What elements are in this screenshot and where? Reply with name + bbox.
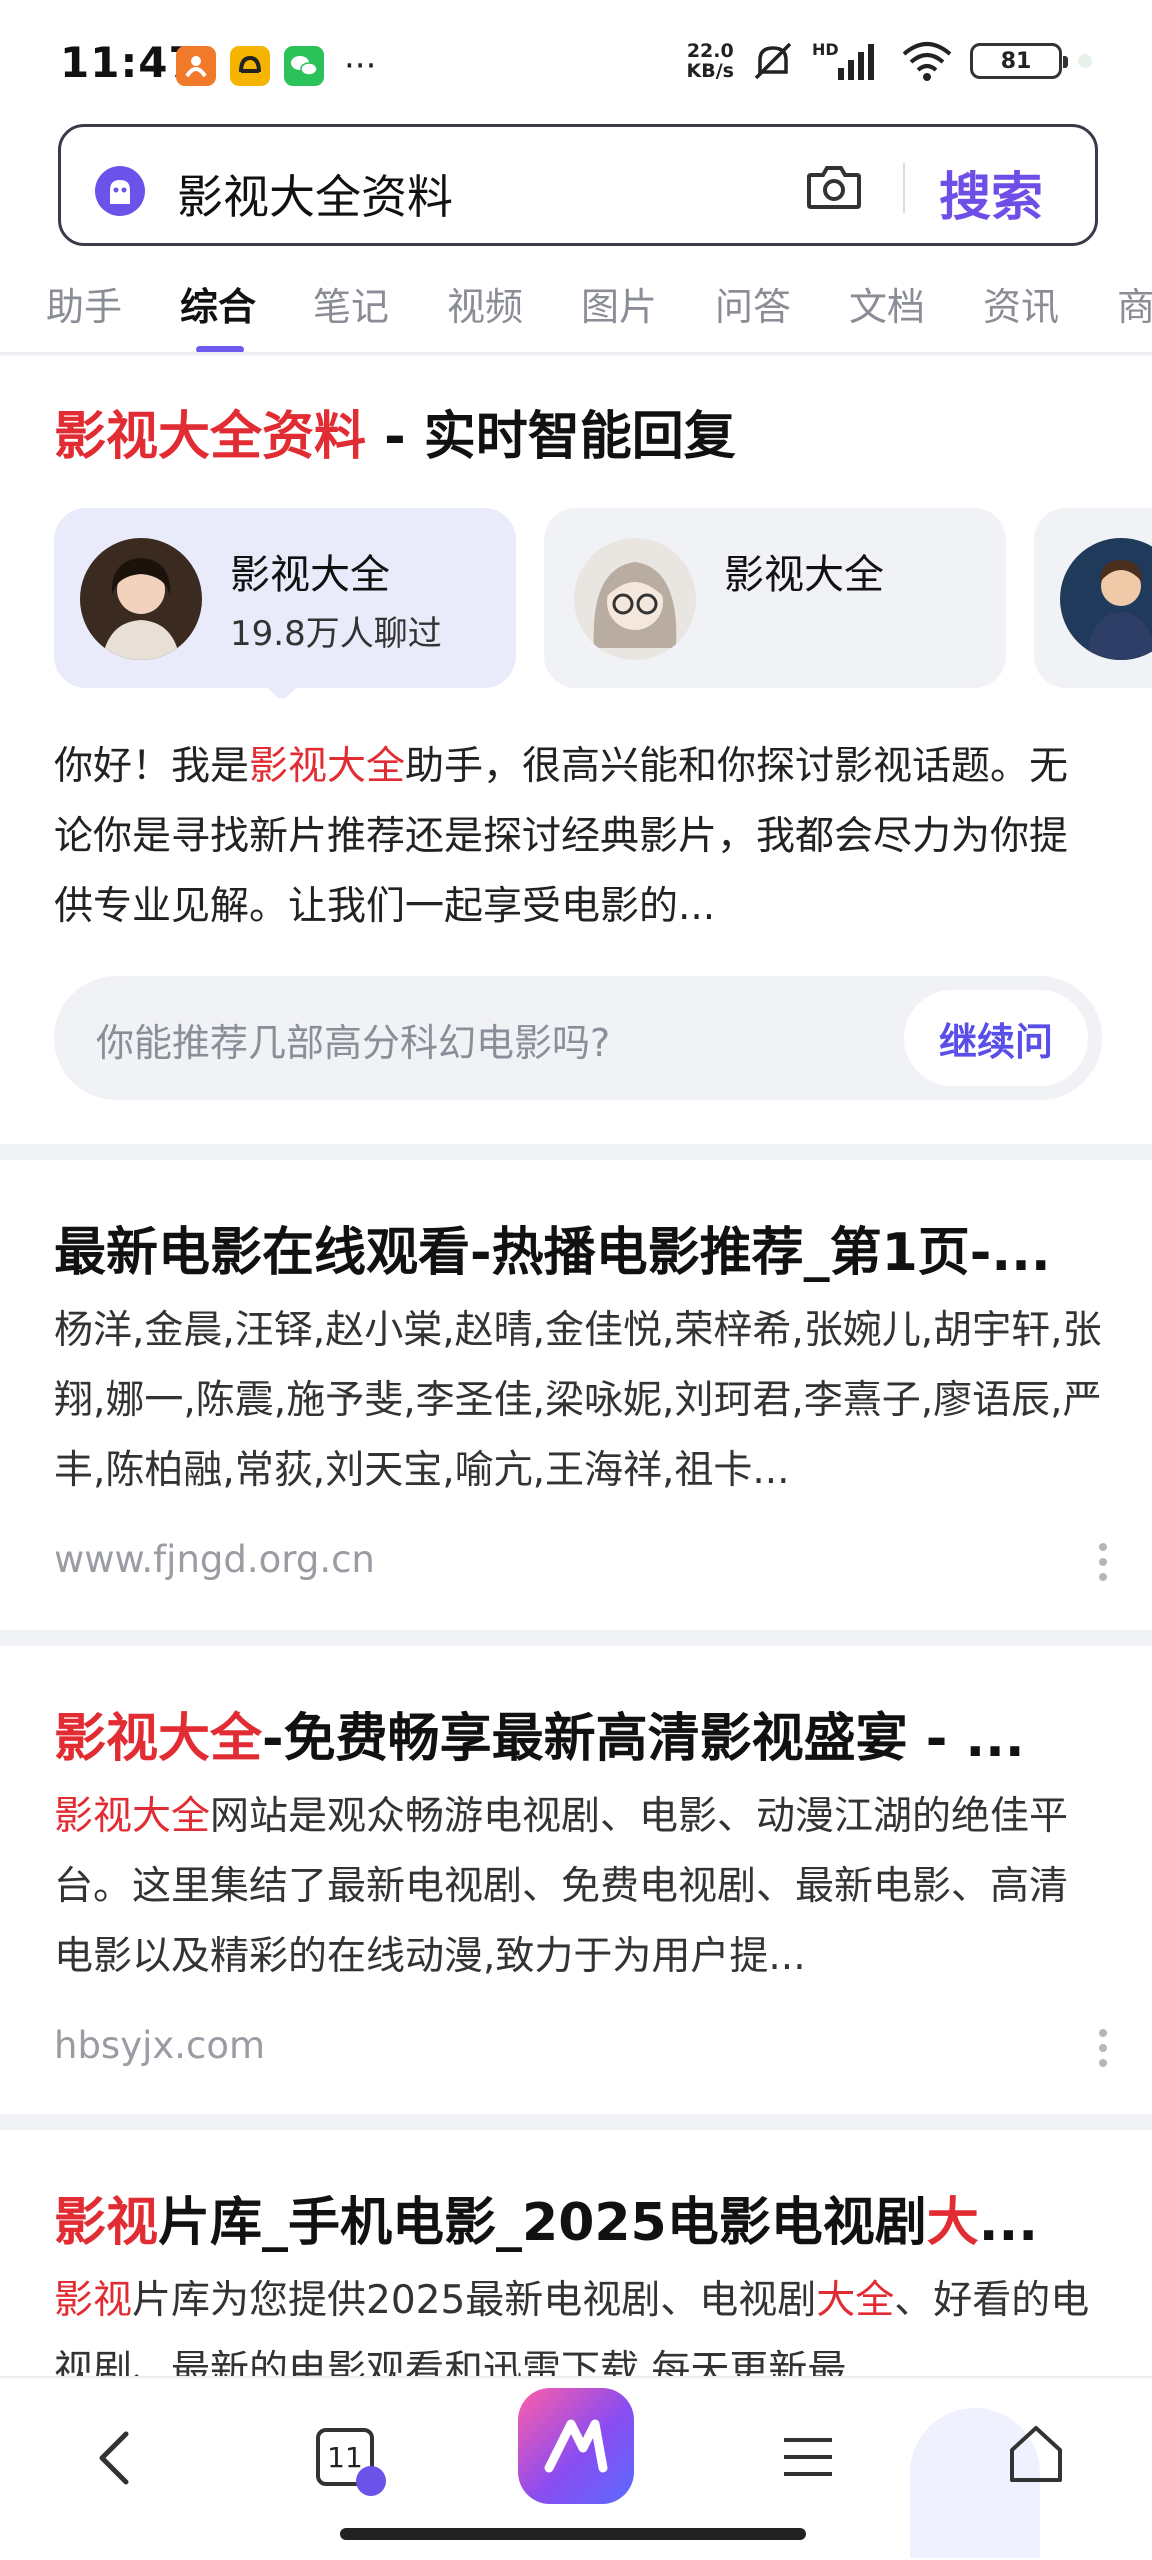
tab-video[interactable]: 视频 bbox=[447, 276, 523, 331]
back-icon[interactable] bbox=[86, 2422, 142, 2494]
ghost-assistant-icon bbox=[95, 166, 145, 216]
tab-images[interactable]: 图片 bbox=[581, 276, 657, 331]
ai-logo-icon bbox=[544, 2419, 608, 2473]
result-snippet: 影视大全网站是观众畅游电视剧、电影、动漫江湖的绝佳平台。这里集结了最新电视剧、免… bbox=[54, 1782, 1104, 1992]
menu-icon[interactable] bbox=[780, 2434, 836, 2480]
search-box[interactable]: 影视大全资料 搜索 bbox=[58, 124, 1098, 246]
result-title[interactable]: 影视大全-免费畅享最新高清影视盛宴 - ... bbox=[54, 1696, 1104, 1771]
search-input[interactable]: 影视大全资料 bbox=[177, 161, 453, 227]
result-title-text: 片库_手机电影_2025电影电视剧 bbox=[158, 2193, 927, 2253]
persona-chat-count: 19.8万人聊过 bbox=[230, 614, 442, 654]
net-speed-unit: KB/s bbox=[686, 60, 734, 82]
net-speed: 22.0 KB/s bbox=[687, 41, 734, 81]
persona-avatar bbox=[80, 538, 202, 660]
result-source: www.fjngd.org.cn bbox=[54, 1538, 375, 1581]
status-bar: 11:47 ··· 22.0 KB/s HD 81 bbox=[0, 0, 1152, 120]
camera-icon[interactable] bbox=[805, 163, 863, 211]
more-options-icon[interactable] bbox=[1098, 1542, 1108, 1582]
search-result[interactable]: 最新电影在线观看-热播电影推荐_第1页-... 杨洋,金晨,汪铎,赵小棠,赵晴,… bbox=[0, 1160, 1152, 1630]
ai-answer-text[interactable]: 你好！我是影视大全助手，很高兴能和你探讨影视话题。无论你是寻找新片推荐还是探讨经… bbox=[54, 732, 1102, 942]
net-speed-value: 22.0 bbox=[686, 40, 734, 62]
home-indicator[interactable] bbox=[340, 2528, 806, 2540]
status-dot bbox=[1078, 54, 1092, 68]
persona-card[interactable] bbox=[1034, 508, 1152, 688]
result-snippet: 影视片库为您提供2025最新电视剧、电视剧大全、好看的电视剧、最新的电影观看和迅… bbox=[54, 2266, 1104, 2390]
result-snippet-highlight: 影视 bbox=[54, 2278, 133, 2323]
home-icon[interactable] bbox=[1004, 2422, 1068, 2486]
search-result[interactable]: 影视片库_手机电影_2025电影电视剧大... 影视片库为您提供2025最新电视… bbox=[0, 2130, 1152, 2390]
search-button[interactable]: 搜索 bbox=[939, 155, 1043, 230]
persona-name: 影视大全 bbox=[230, 552, 390, 598]
persona-selected-pointer bbox=[264, 684, 300, 698]
notification-icons: ··· bbox=[176, 46, 376, 86]
result-title[interactable]: 影视片库_手机电影_2025电影电视剧大... bbox=[54, 2180, 1104, 2255]
persona-avatar bbox=[1060, 538, 1152, 660]
result-title[interactable]: 最新电影在线观看-热播电影推荐_第1页-... bbox=[54, 1210, 1104, 1285]
result-snippet-highlight: 大全 bbox=[816, 2278, 895, 2323]
wifi-icon bbox=[902, 42, 952, 81]
followup-question[interactable]: 你能推荐几部高分科幻电影吗? bbox=[96, 1012, 610, 1067]
result-title-highlight: 大 bbox=[926, 2193, 979, 2253]
mute-bell-icon bbox=[754, 42, 792, 80]
wechat-app-icon bbox=[284, 46, 324, 86]
persona-name: 影视大全 bbox=[724, 552, 884, 598]
result-snippet-text: 片库为您提供2025最新电视剧、电视剧 bbox=[132, 2278, 817, 2323]
meituan-app-icon bbox=[230, 46, 270, 86]
persona-card[interactable]: 影视大全 19.8万人聊过 bbox=[54, 508, 516, 688]
search-result[interactable]: 影视大全-免费畅享最新高清影视盛宴 - ... 影视大全网站是观众畅游电视剧、电… bbox=[0, 1646, 1152, 2114]
search-tabs: 助手 综合 笔记 视频 图片 问答 文档 资讯 商 bbox=[0, 260, 1152, 354]
result-title-text: -免费畅享最新高清影视盛宴 - ... bbox=[262, 1709, 1025, 1769]
tab-notes[interactable]: 笔记 bbox=[313, 276, 389, 331]
ai-body-highlight: 影视大全 bbox=[249, 744, 406, 789]
persona-carousel[interactable]: 影视大全 19.8万人聊过 影视大全 bbox=[54, 508, 1152, 698]
tab-docs[interactable]: 文档 bbox=[849, 276, 925, 331]
persona-avatar bbox=[574, 538, 696, 660]
ai-answer-card: 影视大全资料 - 实时智能回复 影视大全 19.8万人聊过 影视大全 你好！我是… bbox=[0, 356, 1152, 1144]
ghost-badge-icon bbox=[356, 2466, 386, 2496]
tab-general[interactable]: 综合 bbox=[180, 276, 256, 331]
cellular-signal-icon: HD bbox=[812, 40, 884, 82]
taobao-app-icon bbox=[176, 46, 216, 86]
more-options-icon[interactable] bbox=[1098, 2028, 1108, 2068]
search-header: 影视大全资料 搜索 bbox=[0, 120, 1152, 260]
search-divider bbox=[903, 163, 905, 213]
result-title-text: 最新电影在线观看-热播电影推荐_第1页-... bbox=[54, 1223, 1051, 1283]
tab-assistant[interactable]: 助手 bbox=[46, 276, 122, 331]
battery-indicator: 81 bbox=[970, 43, 1068, 79]
active-tab-indicator bbox=[196, 346, 244, 352]
result-source: hbsyjx.com bbox=[54, 2024, 266, 2067]
more-notifications-icon: ··· bbox=[344, 46, 377, 86]
persona-card[interactable]: 影视大全 bbox=[544, 508, 1006, 688]
ai-card-title[interactable]: 影视大全资料 - 实时智能回复 bbox=[54, 394, 736, 469]
result-snippet-text: 杨洋,金晨,汪铎,赵小棠,赵晴,金佳悦,荣梓希,张婉儿,胡宇轩,张翔,娜一,陈震… bbox=[54, 1308, 1102, 1493]
tab-shopping[interactable]: 商 bbox=[1117, 276, 1152, 331]
result-snippet: 杨洋,金晨,汪铎,赵小棠,赵晴,金佳悦,荣梓希,张婉儿,胡宇轩,张翔,娜一,陈震… bbox=[54, 1296, 1104, 1506]
result-title-highlight: 影视大全 bbox=[54, 1709, 263, 1769]
ai-title-highlight: 影视大全资料 bbox=[54, 407, 367, 467]
continue-ask-button[interactable]: 继续问 bbox=[904, 990, 1088, 1086]
result-title-highlight: 影视 bbox=[54, 2193, 159, 2253]
ai-title-rest: - 实时智能回复 bbox=[366, 407, 736, 467]
tab-news[interactable]: 资讯 bbox=[983, 276, 1059, 331]
followup-suggestion[interactable]: 你能推荐几部高分科幻电影吗? 继续问 bbox=[54, 976, 1102, 1100]
ai-assistant-button[interactable] bbox=[518, 2388, 634, 2504]
status-right: 22.0 KB/s HD 81 bbox=[687, 40, 1092, 82]
result-title-ellipsis: ... bbox=[978, 2193, 1039, 2253]
tab-qa[interactable]: 问答 bbox=[715, 276, 791, 331]
result-snippet-highlight: 影视大全 bbox=[54, 1794, 211, 1839]
ai-body-prefix: 你好！我是 bbox=[54, 744, 250, 789]
